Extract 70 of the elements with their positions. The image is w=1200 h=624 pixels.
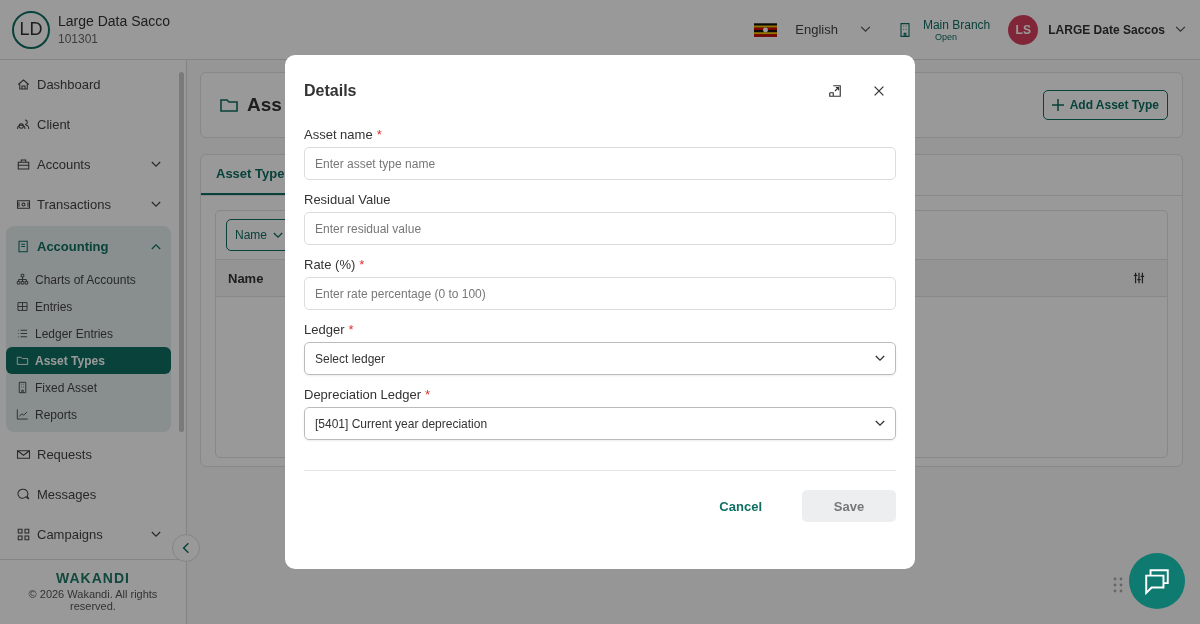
required-mark: *	[376, 127, 382, 142]
nav-subitem[interactable]: Asset Types	[6, 347, 171, 374]
chat-button[interactable]	[1129, 553, 1185, 609]
add-asset-type-button[interactable]: Add Asset Type	[1042, 90, 1168, 120]
nav-item[interactable]: Accounts	[37, 156, 145, 172]
select-field[interactable]: Select ledger	[304, 342, 896, 375]
chart-icon	[16, 408, 29, 421]
brand-logo: WAKANDI	[56, 570, 130, 586]
nav-item[interactable]: Client	[37, 116, 161, 132]
chevron-down-icon[interactable]	[151, 530, 161, 538]
required-mark: *	[425, 387, 431, 402]
table-icon	[16, 300, 29, 313]
nav-item[interactable]: Transactions	[37, 196, 145, 212]
user-name[interactable]: LARGE Date Saccos	[1048, 22, 1165, 37]
chevron-up-icon[interactable]	[151, 242, 161, 250]
org-avatar: LD	[12, 10, 50, 49]
nav-subitem[interactable]: Fixed Asset	[6, 374, 171, 401]
expand-icon[interactable]	[828, 84, 842, 98]
nav-item[interactable]: Accounting	[37, 238, 145, 254]
folder-icon	[16, 354, 29, 367]
copyright: © 2026 Wakandi. All rights reserved.	[27, 588, 159, 612]
nav-item[interactable]: Requests	[37, 446, 161, 462]
nav-subitem[interactable]: Charts of Accounts	[6, 266, 171, 293]
chevron-down-icon[interactable]	[875, 355, 885, 362]
required-mark: *	[359, 257, 365, 272]
branch-name[interactable]: Main Branch	[922, 17, 991, 32]
grid-icon	[16, 526, 31, 542]
building-icon	[16, 381, 29, 394]
chat-icon[interactable]	[1143, 567, 1171, 595]
chevron-left-icon[interactable]	[182, 542, 190, 554]
column-settings-icon[interactable]	[1133, 272, 1145, 284]
org-name: Large Data Sacco	[58, 13, 171, 29]
briefcase-icon	[16, 156, 31, 172]
input-field[interactable]: Enter residual value	[304, 212, 896, 245]
nav-subitem[interactable]: Ledger Entries	[6, 320, 171, 347]
page-title: Ass	[247, 94, 283, 116]
field-label: Asset name	[304, 127, 373, 142]
nav-item[interactable]: Messages	[37, 486, 161, 502]
dialog-title: Details	[304, 82, 358, 100]
nav-item[interactable]: Campaigns	[37, 526, 145, 542]
required-mark: *	[348, 322, 354, 337]
drag-handle-icon[interactable]	[1113, 577, 1123, 593]
chevron-down-icon[interactable]	[875, 420, 885, 427]
select-field[interactable]: [5401] Current year depreciation	[304, 407, 896, 440]
chat-icon	[16, 486, 31, 502]
language-select[interactable]: English	[787, 22, 850, 37]
branch-status: Open	[933, 31, 958, 42]
nav-item[interactable]: Dashboard	[37, 76, 161, 92]
field-label: Residual Value	[304, 192, 391, 207]
input-field[interactable]: Enter rate percentage (0 to 100)	[304, 277, 896, 310]
home-icon	[16, 76, 31, 92]
collapse-button[interactable]	[172, 534, 200, 562]
field-label: Rate (%)	[304, 257, 356, 272]
book-icon	[16, 238, 31, 254]
plus-icon[interactable]	[1051, 99, 1064, 111]
chevron-down-icon[interactable]	[151, 200, 161, 208]
column-header: Name	[228, 270, 264, 286]
field-label: Depreciation Ledger	[304, 387, 422, 402]
user-avatar[interactable]: LS	[1008, 14, 1039, 45]
nav-subitem[interactable]: Entries	[6, 293, 171, 320]
chevron-down-icon[interactable]	[151, 160, 161, 168]
list-icon	[16, 327, 29, 340]
flag-icon	[754, 22, 778, 37]
close-icon[interactable]	[872, 84, 886, 98]
sitemap-icon	[16, 273, 29, 286]
org-code: 101301	[58, 32, 100, 46]
cancel-button[interactable]: Cancel	[699, 490, 782, 522]
input-field[interactable]: Enter asset type name	[304, 147, 896, 180]
nav-subitem[interactable]: Reports	[6, 401, 171, 428]
field-label: Ledger	[304, 322, 345, 337]
